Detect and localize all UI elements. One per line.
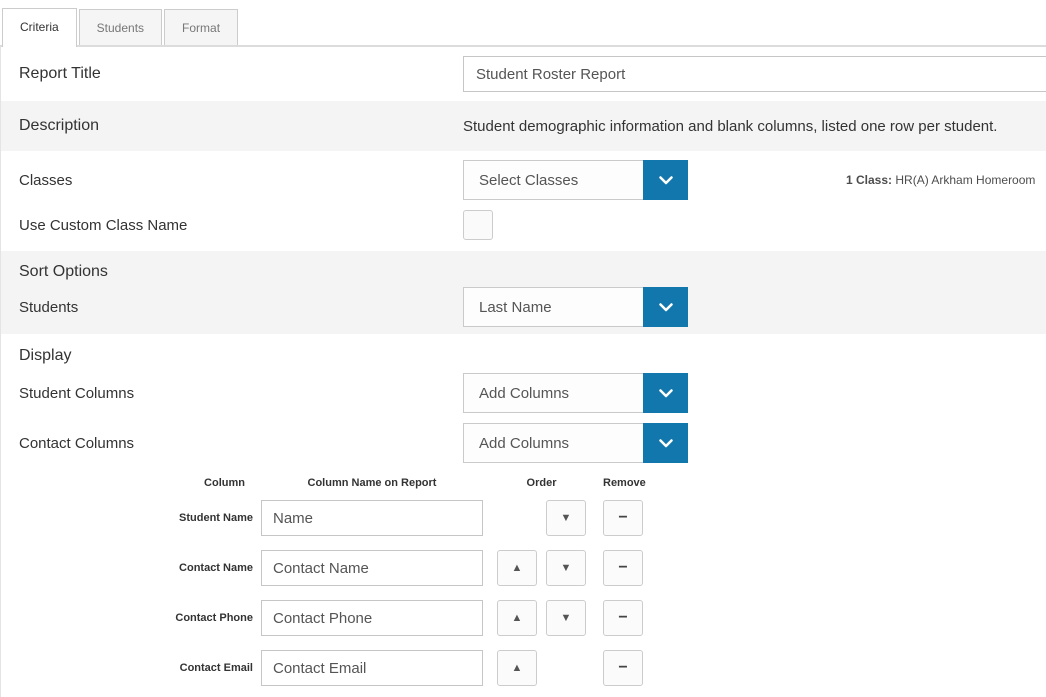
report-title-input[interactable] bbox=[463, 56, 1046, 92]
up-arrow-icon: ▲ bbox=[512, 613, 523, 624]
column-name-input[interactable] bbox=[261, 650, 483, 686]
report-title-label: Report Title bbox=[1, 65, 463, 83]
sort-options-section: Sort Options Students Last Name bbox=[1, 251, 1046, 334]
column-name-input[interactable] bbox=[261, 500, 483, 536]
remove-column-button[interactable]: − bbox=[603, 500, 643, 536]
down-arrow-icon: ▼ bbox=[561, 513, 572, 524]
minus-icon: − bbox=[618, 610, 627, 626]
tab-bar: Criteria Students Format bbox=[0, 0, 1046, 47]
column-name-input[interactable] bbox=[261, 550, 483, 586]
description-text: Student demographic information and blan… bbox=[463, 118, 997, 135]
contact-columns-dropdown[interactable]: Add Columns bbox=[463, 423, 688, 463]
down-arrow-icon: ▼ bbox=[561, 563, 572, 574]
column-name-input[interactable] bbox=[261, 600, 483, 636]
column-label: Contact Name bbox=[1, 562, 253, 574]
selected-classes-summary: 1 Class: HR(A) Arkham Homeroom bbox=[846, 173, 1035, 187]
student-columns-dropdown-value: Add Columns bbox=[464, 374, 643, 412]
student-columns-dropdown[interactable]: Add Columns bbox=[463, 373, 688, 413]
classes-row: Classes Select Classes 1 Class: HR(A) Ar… bbox=[1, 155, 1046, 205]
down-arrow-icon: ▼ bbox=[561, 613, 572, 624]
display-heading: Display bbox=[1, 343, 1046, 369]
description-row: Description Student demographic informat… bbox=[1, 101, 1046, 151]
table-row: Student Name ▼ − bbox=[1, 493, 1046, 543]
sort-options-heading: Sort Options bbox=[1, 259, 1046, 285]
header-name-on-report: Column Name on Report bbox=[261, 477, 483, 489]
tab-criteria[interactable]: Criteria bbox=[2, 8, 77, 47]
sort-students-dropdown-value: Last Name bbox=[464, 288, 643, 326]
contact-columns-row: Contact Columns Add Columns bbox=[1, 423, 1046, 463]
tab-students[interactable]: Students bbox=[79, 9, 162, 45]
tab-format[interactable]: Format bbox=[164, 9, 238, 45]
select-classes-dropdown-value: Select Classes bbox=[464, 161, 643, 199]
move-down-button[interactable]: ▼ bbox=[546, 550, 586, 586]
move-up-button[interactable]: ▲ bbox=[497, 600, 537, 636]
move-up-button[interactable]: ▲ bbox=[497, 650, 537, 686]
classes-section: Classes Select Classes 1 Class: HR(A) Ar… bbox=[1, 151, 1046, 251]
report-title-row: Report Title bbox=[1, 47, 1046, 101]
display-section: Display Student Columns Add Columns Cont… bbox=[1, 334, 1046, 693]
chevron-down-icon bbox=[643, 160, 688, 200]
remove-column-button[interactable]: − bbox=[603, 600, 643, 636]
column-label: Contact Email bbox=[1, 662, 253, 674]
header-remove: Remove bbox=[603, 477, 643, 489]
chevron-down-icon bbox=[643, 423, 688, 463]
header-column: Column bbox=[1, 477, 253, 489]
use-custom-class-name-row: Use Custom Class Name bbox=[1, 205, 1046, 245]
sort-students-dropdown[interactable]: Last Name bbox=[463, 287, 688, 327]
minus-icon: − bbox=[618, 510, 627, 526]
remove-column-button[interactable]: − bbox=[603, 550, 643, 586]
table-row: Contact Name ▲ ▼ − bbox=[1, 543, 1046, 593]
move-down-button[interactable]: ▼ bbox=[546, 500, 586, 536]
up-arrow-icon: ▲ bbox=[512, 663, 523, 674]
chevron-down-icon bbox=[643, 287, 688, 327]
column-label: Contact Phone bbox=[1, 612, 253, 624]
student-columns-label: Student Columns bbox=[1, 385, 463, 402]
use-custom-class-name-label: Use Custom Class Name bbox=[1, 217, 463, 234]
table-row: Contact Phone ▲ ▼ − bbox=[1, 593, 1046, 643]
minus-icon: − bbox=[618, 660, 627, 676]
table-row: Contact Email ▲ − bbox=[1, 643, 1046, 693]
empty-order-slot bbox=[497, 500, 537, 536]
report-setup-page: Criteria Students Format Report Title De… bbox=[0, 0, 1046, 697]
classes-label: Classes bbox=[1, 172, 463, 189]
chevron-down-icon bbox=[643, 373, 688, 413]
move-down-button[interactable]: ▼ bbox=[546, 600, 586, 636]
select-classes-dropdown[interactable]: Select Classes bbox=[463, 160, 688, 200]
up-arrow-icon: ▲ bbox=[512, 563, 523, 574]
student-columns-row: Student Columns Add Columns bbox=[1, 373, 1046, 413]
header-order: Order bbox=[497, 477, 586, 489]
columns-table-header: Column Column Name on Report Order Remov… bbox=[1, 473, 1046, 493]
sort-students-row: Students Last Name bbox=[1, 285, 1046, 327]
contact-columns-dropdown-value: Add Columns bbox=[464, 424, 643, 462]
use-custom-class-name-checkbox[interactable] bbox=[463, 210, 493, 240]
remove-column-button[interactable]: − bbox=[603, 650, 643, 686]
columns-table: Column Column Name on Report Order Remov… bbox=[1, 473, 1046, 693]
criteria-panel: Report Title Description Student demogra… bbox=[0, 47, 1046, 697]
move-up-button[interactable]: ▲ bbox=[497, 550, 537, 586]
sort-students-label: Students bbox=[1, 299, 463, 316]
description-label: Description bbox=[1, 117, 463, 135]
column-label: Student Name bbox=[1, 512, 253, 524]
selected-classes-count: 1 Class: bbox=[846, 173, 892, 187]
contact-columns-label: Contact Columns bbox=[1, 435, 463, 452]
empty-order-slot bbox=[546, 650, 586, 686]
minus-icon: − bbox=[618, 560, 627, 576]
selected-classes-names: HR(A) Arkham Homeroom bbox=[895, 173, 1035, 187]
